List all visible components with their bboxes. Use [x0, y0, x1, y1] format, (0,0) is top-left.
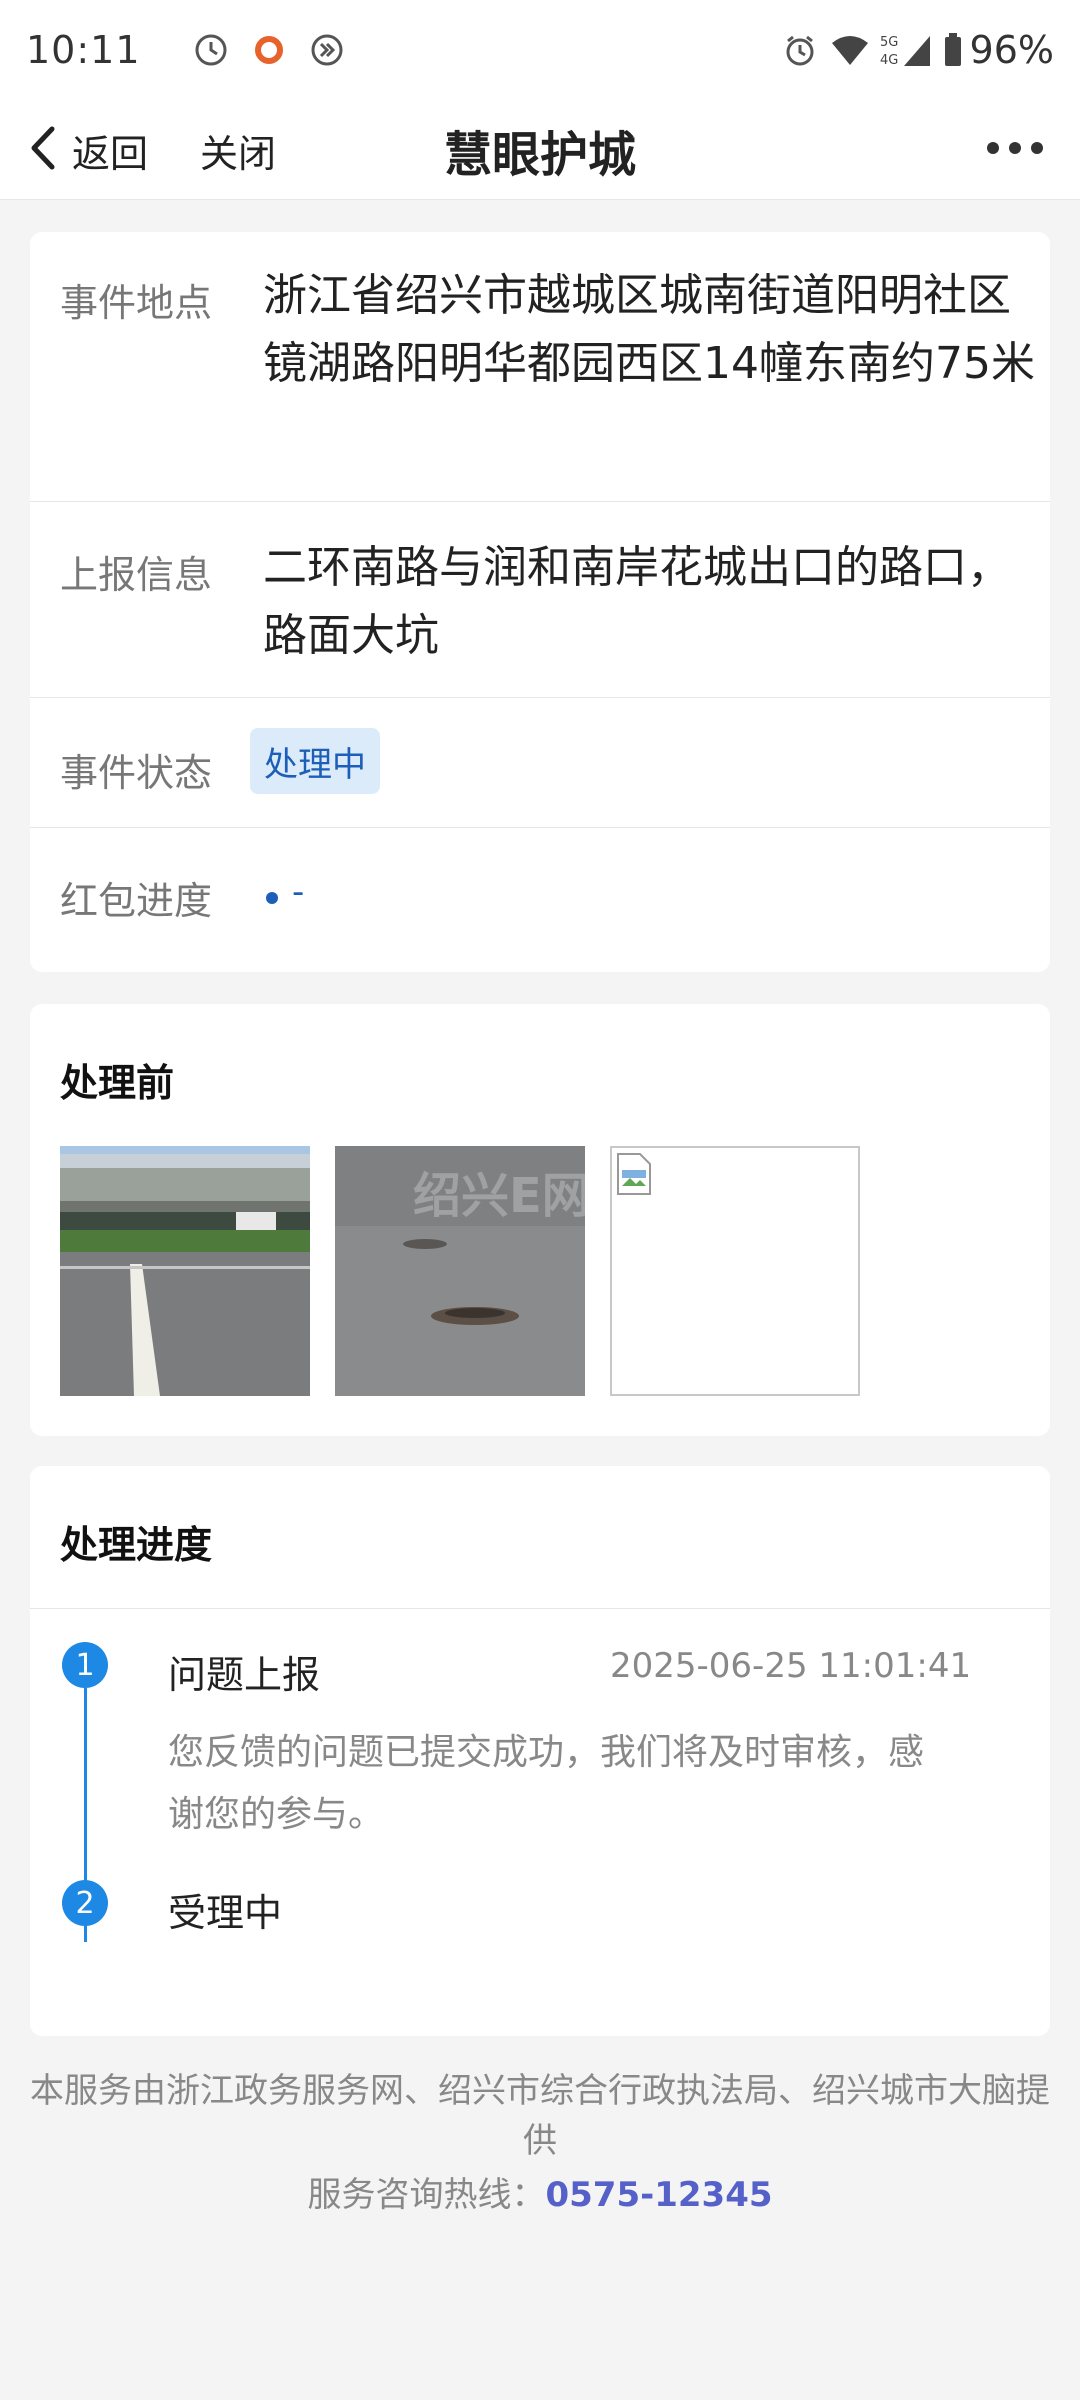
location-row: 事件地点 浙江省绍兴市越城区城南街道阳明社区镜湖路阳明华都园西区14幢东南约75…: [30, 232, 1050, 502]
svg-text:5G: 5G: [880, 35, 898, 50]
wifi-icon: [830, 30, 870, 70]
bullet-dot-icon: [266, 892, 278, 904]
step-time-1: 2025-06-25 11:01:41: [610, 1646, 972, 1686]
more-dots-icon: [985, 140, 1045, 160]
hotline-number-link[interactable]: 0575-12345: [545, 2175, 772, 2215]
forward-icon: [307, 30, 347, 70]
redpack-value: -: [292, 872, 305, 912]
hotline-label: 服务咨询热线：: [307, 2175, 546, 2215]
close-button[interactable]: 关闭: [200, 122, 276, 178]
svg-text:绍兴E网: 绍兴E网: [413, 1168, 585, 1224]
before-section-title: 处理前: [60, 1061, 175, 1105]
footer: 本服务由浙江政务服务网、绍兴市综合行政执法局、绍兴城市大脑提供 服务咨询热线：0…: [30, 2066, 1050, 2220]
divider: [30, 1608, 1050, 1609]
page-title: 慧眼护城: [443, 127, 636, 183]
redpack-row: 红包进度 -: [30, 828, 1050, 972]
before-processing-card: 处理前 绍兴E网: [30, 1004, 1050, 1436]
back-button[interactable]: 返回: [28, 122, 148, 178]
photo-thumbnail-overpass[interactable]: [60, 1146, 310, 1396]
report-row: 上报信息 二环南路与润和南岸花城出口的路口，路面大坑: [30, 502, 1050, 698]
report-value: 二环南路与润和南岸花城出口的路口，路面大坑: [263, 542, 1011, 661]
status-row: 事件状态 处理中: [30, 698, 1050, 828]
status-time: 10:11: [26, 28, 141, 72]
battery-level: 96%: [969, 28, 1054, 72]
back-label: 返回: [72, 131, 149, 176]
footer-provider-text: 本服务由浙江政务服务网、绍兴市综合行政执法局、绍兴城市大脑提供: [30, 2071, 1050, 2161]
redpack-label: 红包进度: [60, 879, 213, 923]
chevron-left-icon: [28, 123, 58, 177]
more-options-button[interactable]: [980, 128, 1050, 172]
processing-progress-card: 处理进度 1 问题上报 2025-06-25 11:01:41 您反馈的问题已提…: [30, 1466, 1050, 2036]
progress-section-title: 处理进度: [60, 1523, 213, 1567]
broken-image-icon: [614, 1152, 654, 1200]
clock-icon: [191, 30, 231, 70]
step-title-2: 受理中: [168, 1891, 283, 1935]
broken-image-placeholder[interactable]: [610, 1146, 860, 1396]
status-label: 事件状态: [60, 751, 213, 795]
location-label: 事件地点: [60, 281, 213, 325]
step-title-1: 问题上报: [168, 1653, 321, 1697]
report-label: 上报信息: [60, 553, 213, 597]
event-info-card: 事件地点 浙江省绍兴市越城区城南街道阳明社区镜湖路阳明华都园西区14幢东南约75…: [30, 232, 1050, 972]
alarm-icon: [780, 30, 820, 70]
navigation-bar: 返回 关闭 慧眼护城: [0, 100, 1080, 200]
step-description-1: 您反馈的问题已提交成功，我们将及时审核，感谢您的参与。: [168, 1732, 925, 1835]
status-badge: 处理中: [250, 728, 380, 794]
signal-icon: 5G 4G: [880, 30, 932, 70]
location-value: 浙江省绍兴市越城区城南街道阳明社区镜湖路阳明华都园西区14幢东南约75米: [263, 270, 1035, 389]
photo-thumbnail-pothole[interactable]: 绍兴E网: [335, 1146, 585, 1396]
battery-icon: [942, 30, 964, 70]
footer-hotline: 服务咨询热线：0575-12345: [30, 2170, 1050, 2220]
status-bar: 10:11 5G 4G 96%: [0, 0, 1080, 100]
recording-icon: [249, 30, 289, 70]
step-number-2: 2: [62, 1880, 108, 1926]
step-number-1: 1: [62, 1642, 108, 1688]
svg-text:4G: 4G: [880, 53, 898, 68]
